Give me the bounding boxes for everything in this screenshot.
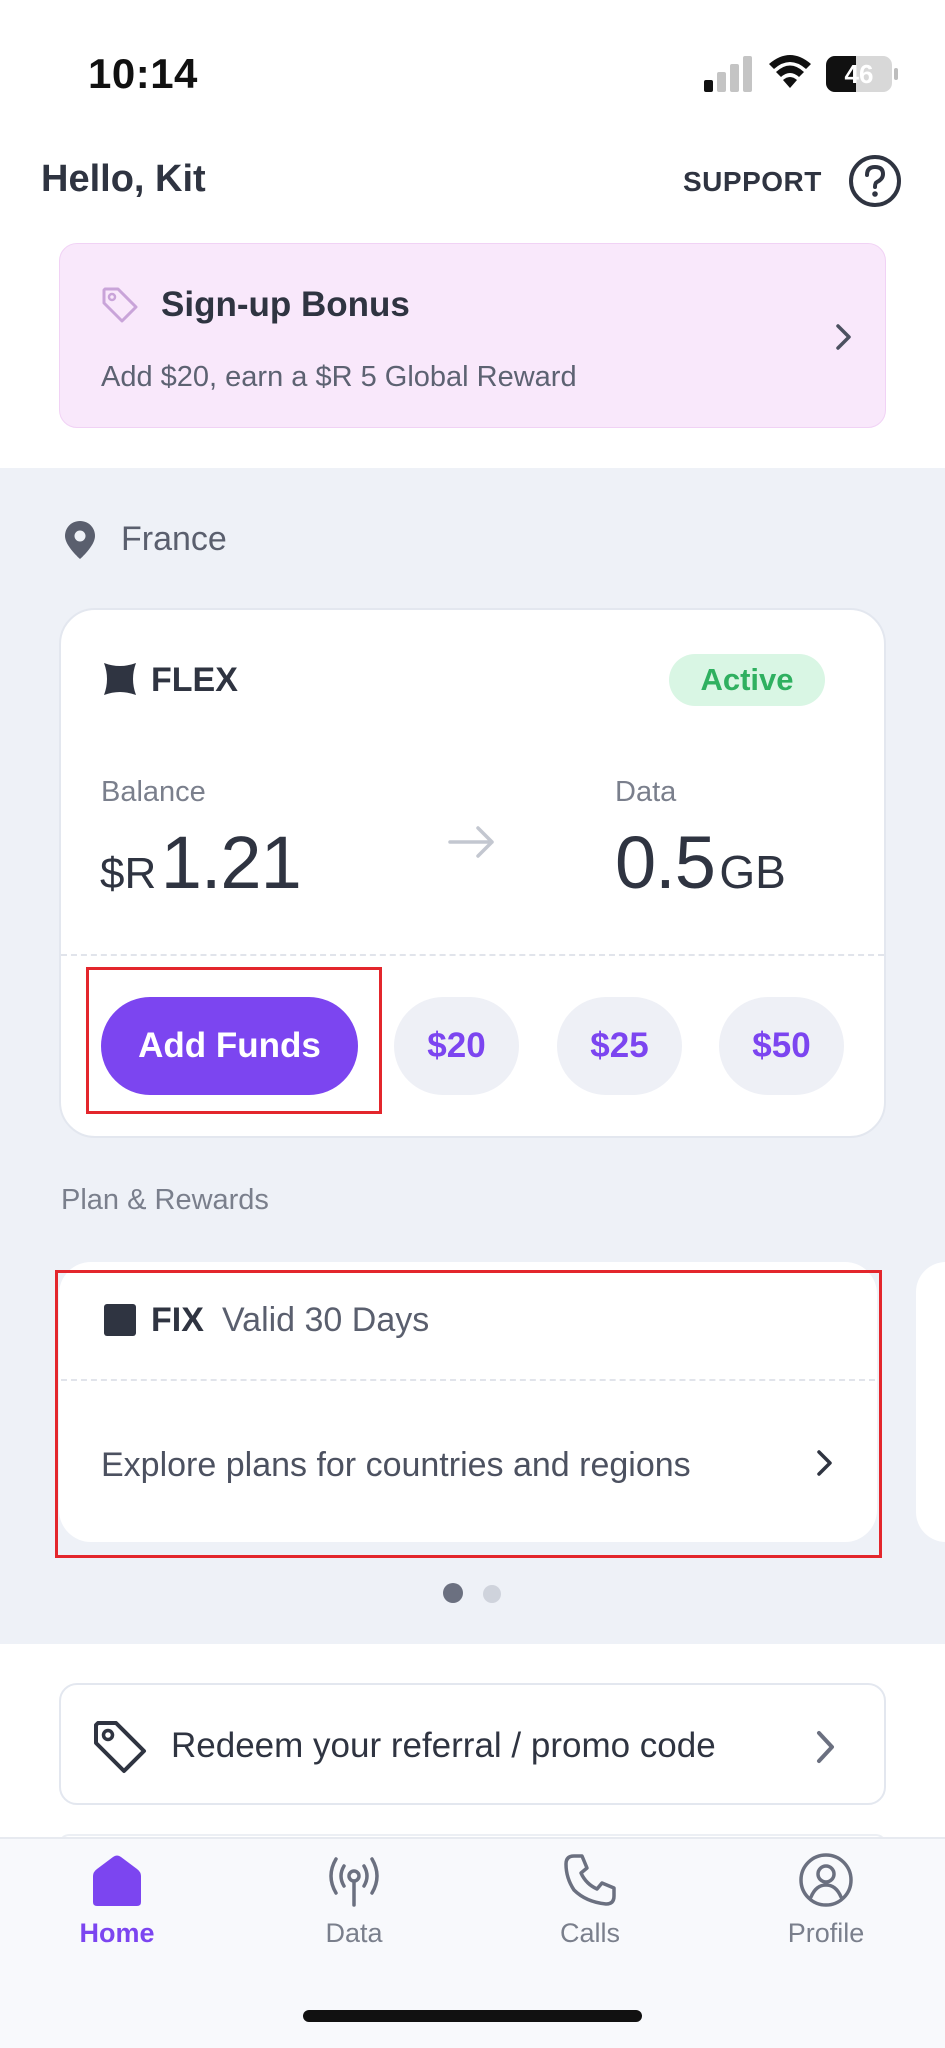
- tag-icon: [94, 1721, 146, 1773]
- status-time: 10:14: [88, 50, 198, 97]
- tab-calls[interactable]: Calls: [510, 1852, 670, 1972]
- flex-plan-icon: [104, 663, 136, 695]
- balance-label: Balance: [101, 776, 206, 808]
- highlight-box: [86, 967, 382, 1114]
- balance-amount: 1.21: [160, 821, 302, 904]
- status-badge: Active: [669, 654, 825, 706]
- data-unit: GB: [719, 846, 786, 898]
- home-icon: [93, 1855, 141, 1906]
- cellular-signal-icon: [704, 56, 752, 92]
- amount-50-button[interactable]: $50: [719, 997, 844, 1095]
- help-icon[interactable]: [848, 154, 902, 208]
- plans-section-title: Plan & Rewards: [61, 1184, 269, 1216]
- tab-profile[interactable]: Profile: [746, 1852, 906, 1972]
- pager-dot-active[interactable]: [443, 1583, 463, 1603]
- bonus-subtitle: Add $20, earn a $R 5 Global Reward: [101, 361, 577, 393]
- country-label: France: [121, 520, 227, 558]
- greeting: Hello, Kit: [41, 158, 206, 200]
- profile-icon: [799, 1853, 853, 1907]
- antenna-icon: [329, 1857, 379, 1907]
- tab-calls-label: Calls: [559, 1918, 620, 1948]
- tag-icon: [102, 287, 138, 323]
- location-pin-icon: [65, 521, 95, 559]
- phone-icon: [564, 1854, 616, 1906]
- redeem-label: Redeem your referral / promo code: [171, 1726, 716, 1765]
- battery-level: 46: [844, 59, 874, 89]
- flex-plan-name: FLEX: [151, 661, 238, 699]
- tab-data-label: Data: [325, 1918, 383, 1948]
- highlight-box: [55, 1270, 882, 1558]
- chevron-right-icon: [836, 324, 851, 350]
- signup-bonus-banner[interactable]: [59, 243, 886, 428]
- balance-currency: $R: [100, 849, 157, 898]
- balance-value: $R 1.21: [100, 820, 302, 905]
- home-indicator[interactable]: [303, 2010, 642, 2022]
- divider: [61, 954, 884, 956]
- amount-20-button[interactable]: $20: [394, 997, 519, 1095]
- pager-dot[interactable]: [483, 1585, 501, 1603]
- amount-25-button[interactable]: $25: [557, 997, 682, 1095]
- support-link[interactable]: SUPPORT: [683, 166, 822, 198]
- next-plan-card[interactable]: [916, 1262, 945, 1542]
- data-amount: 0.5: [615, 821, 716, 904]
- wifi-icon: [769, 55, 811, 88]
- tab-home[interactable]: Home: [37, 1852, 197, 1972]
- battery-icon: 46: [826, 56, 898, 92]
- chevron-right-icon: [817, 1731, 834, 1763]
- bonus-title: Sign-up Bonus: [161, 285, 410, 324]
- arrow-right-icon: [448, 826, 494, 858]
- data-value: 0.5 GB: [615, 820, 786, 905]
- tab-data[interactable]: Data: [274, 1852, 434, 1972]
- tab-home-label: Home: [79, 1918, 155, 1948]
- tab-profile-label: Profile: [787, 1918, 865, 1948]
- data-label: Data: [615, 776, 677, 808]
